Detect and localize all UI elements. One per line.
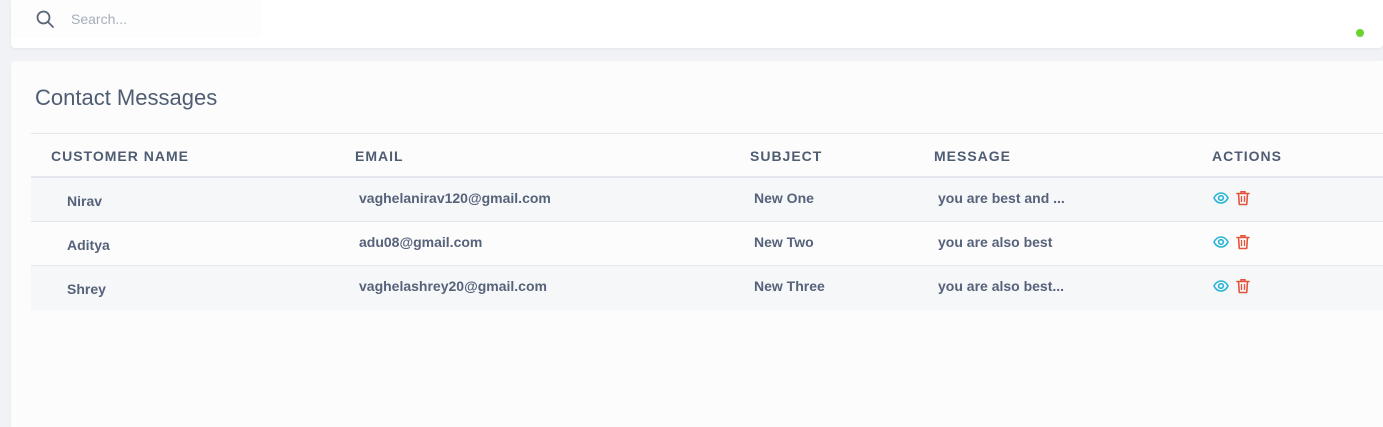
- page-title: Contact Messages: [35, 85, 218, 110]
- cell-customer-name: Aditya: [67, 237, 110, 253]
- cell-subject: New One: [754, 190, 814, 206]
- trash-icon[interactable]: [1235, 190, 1251, 206]
- cell-email: vaghelashrey20@gmail.com: [359, 278, 547, 294]
- header-actions: ACTIONS: [1212, 148, 1282, 164]
- search-icon[interactable]: [35, 9, 55, 29]
- eye-icon[interactable]: [1213, 190, 1229, 206]
- top-bar: [11, 0, 1383, 48]
- contact-messages-card: Contact Messages CUSTOMER NAME EMAIL SUB…: [11, 61, 1383, 427]
- eye-icon[interactable]: [1213, 234, 1229, 250]
- search-box: [11, 0, 261, 38]
- cell-customer-name: Nirav: [67, 193, 103, 209]
- trash-icon[interactable]: [1235, 278, 1251, 294]
- table-header: CUSTOMER NAME EMAIL SUBJECT MESSAGE ACTI…: [31, 134, 1383, 178]
- cell-message: you are also best: [938, 234, 1053, 250]
- cell-subject: New Two: [754, 234, 814, 250]
- row-actions: [1213, 278, 1251, 294]
- table-row: Nirav vaghelanirav120@gmail.com New One …: [31, 178, 1383, 222]
- header-customer-name[interactable]: CUSTOMER NAME: [51, 148, 189, 164]
- search-input[interactable]: [61, 0, 261, 38]
- row-actions: [1213, 190, 1251, 206]
- table-row: Aditya adu08@gmail.com New Two you are a…: [31, 222, 1383, 266]
- cell-subject: New Three: [754, 278, 825, 294]
- cell-email: adu08@gmail.com: [359, 234, 483, 250]
- cell-customer-name: Shrey: [67, 281, 106, 297]
- cell-email: vaghelanirav120@gmail.com: [359, 190, 551, 206]
- cell-message: you are best and ...: [938, 190, 1065, 206]
- eye-icon[interactable]: [1213, 278, 1229, 294]
- online-status-dot: [1356, 29, 1364, 37]
- trash-icon[interactable]: [1235, 234, 1251, 250]
- cell-message: you are also best...: [938, 278, 1065, 294]
- header-email[interactable]: EMAIL: [355, 148, 404, 164]
- table-row: Shrey vaghelashrey20@gmail.com New Three…: [31, 266, 1383, 310]
- row-actions: [1213, 234, 1251, 250]
- contact-messages-table: CUSTOMER NAME EMAIL SUBJECT MESSAGE ACTI…: [31, 133, 1383, 310]
- header-message[interactable]: MESSAGE: [934, 148, 1011, 164]
- header-subject[interactable]: SUBJECT: [750, 148, 822, 164]
